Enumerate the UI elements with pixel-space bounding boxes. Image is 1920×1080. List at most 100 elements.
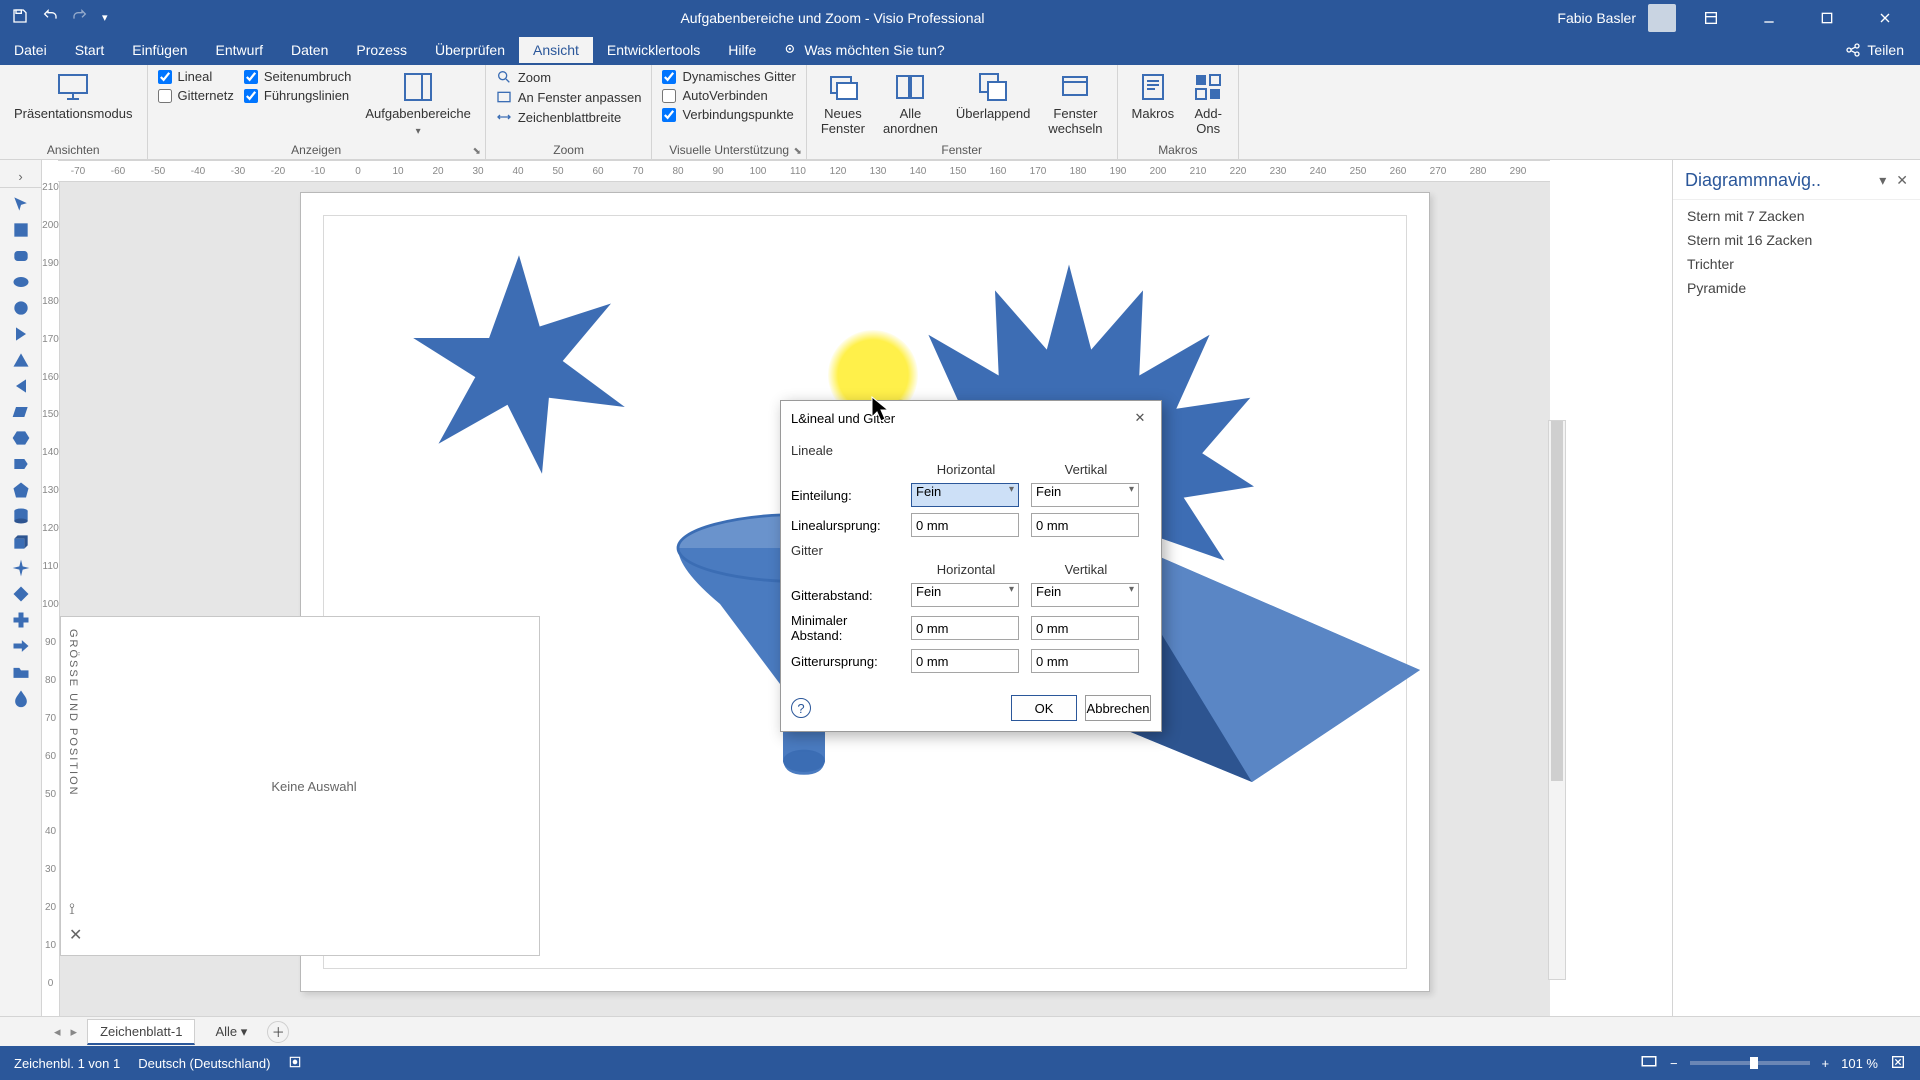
shape-arrow[interactable] xyxy=(10,636,32,656)
macros-button[interactable]: Makros xyxy=(1128,69,1179,124)
dialog-close-icon[interactable]: ✕ xyxy=(1129,407,1151,429)
shape-ellipse[interactable] xyxy=(10,272,32,292)
share-icon[interactable] xyxy=(1845,42,1861,58)
nav-item-funnel[interactable]: Trichter xyxy=(1687,256,1906,272)
shapes-expand-icon[interactable]: › xyxy=(0,166,41,188)
redo-icon[interactable] xyxy=(72,8,88,27)
ribbon-group-zoom: Zoom An Fenster anpassen Zeichenblattbre… xyxy=(486,65,653,159)
shape-pointer[interactable] xyxy=(10,194,32,214)
min-v-input[interactable] xyxy=(1031,616,1139,640)
check-dynamic-grid[interactable]: Dynamisches Gitter xyxy=(662,69,795,84)
tab-einfuegen[interactable]: Einfügen xyxy=(118,37,201,63)
tellme-search[interactable]: Was möchten Sie tun? xyxy=(770,37,958,63)
navpane-close-icon[interactable]: ✕ xyxy=(1896,172,1908,189)
shape-triangle-up[interactable] xyxy=(10,350,32,370)
tab-entwicklertools[interactable]: Entwicklertools xyxy=(593,37,714,63)
shape-star4[interactable] xyxy=(10,558,32,578)
shape-parallelogram[interactable] xyxy=(10,402,32,422)
shape-drop[interactable] xyxy=(10,688,32,708)
view-presentation-icon[interactable] xyxy=(1640,1053,1658,1074)
zoom-level[interactable]: 101 % xyxy=(1841,1056,1878,1071)
zoom-out-icon[interactable]: − xyxy=(1670,1056,1678,1071)
navpane-dropdown-icon[interactable]: ▾ xyxy=(1879,172,1886,189)
sheet-add-button[interactable]: ＋ xyxy=(267,1021,289,1043)
tab-datei[interactable]: Datei xyxy=(0,37,61,63)
tab-entwurf[interactable]: Entwurf xyxy=(202,37,277,63)
save-icon[interactable] xyxy=(12,8,28,27)
nav-item-star16[interactable]: Stern mit 16 Zacken xyxy=(1687,232,1906,248)
gitterabstand-h-select[interactable]: Fein▾ xyxy=(911,583,1019,607)
switch-window-button[interactable]: Fenster wechseln xyxy=(1044,69,1106,139)
shape-pentagon-right[interactable] xyxy=(10,454,32,474)
fit-page-icon[interactable] xyxy=(1890,1054,1906,1073)
ok-button[interactable]: OK xyxy=(1011,695,1077,721)
shape-diamond[interactable] xyxy=(10,584,32,604)
shape-cube[interactable] xyxy=(10,532,32,552)
cancel-button[interactable]: Abbrechen xyxy=(1085,695,1151,721)
ribbon-display-options-icon[interactable] xyxy=(1688,0,1734,35)
min-h-input[interactable] xyxy=(911,616,1019,640)
user-name[interactable]: Fabio Basler xyxy=(1557,10,1636,26)
shape-cylinder[interactable] xyxy=(10,506,32,526)
page-width-button[interactable]: Zeichenblattbreite xyxy=(496,109,642,125)
origin-h-input[interactable] xyxy=(911,649,1019,673)
einteilung-h-select[interactable]: Fein▾ xyxy=(911,483,1019,507)
panel-close-icon[interactable]: ✕ xyxy=(69,925,82,945)
zoom-in-icon[interactable]: + xyxy=(1822,1056,1830,1071)
sheet-tab-1[interactable]: Zeichenblatt-1 xyxy=(87,1019,195,1045)
size-position-title: GRÖSSE UND POSITION xyxy=(67,629,79,797)
shape-triangle-left[interactable] xyxy=(10,376,32,396)
tab-hilfe[interactable]: Hilfe xyxy=(714,37,770,63)
gitterabstand-v-select[interactable]: Fein▾ xyxy=(1031,583,1139,607)
user-avatar[interactable] xyxy=(1648,4,1676,32)
close-icon[interactable] xyxy=(1862,0,1908,35)
check-fuehrungslinien[interactable]: Führungslinien xyxy=(244,88,351,103)
undo-icon[interactable] xyxy=(42,8,58,27)
shape-folder[interactable] xyxy=(10,662,32,682)
share-button[interactable]: Teilen xyxy=(1867,42,1904,58)
shape-square[interactable] xyxy=(10,220,32,240)
lineal-h-input[interactable] xyxy=(911,513,1019,537)
macro-record-icon[interactable] xyxy=(288,1055,302,1072)
tab-prozess[interactable]: Prozess xyxy=(342,37,421,63)
origin-v-input[interactable] xyxy=(1031,649,1139,673)
sheet-all-button[interactable]: Alle ▾ xyxy=(205,1020,257,1044)
tab-ueberpruefen[interactable]: Überprüfen xyxy=(421,37,519,63)
taskpanes-button[interactable]: Aufgabenbereiche ▾ xyxy=(361,69,475,139)
maximize-icon[interactable] xyxy=(1804,0,1850,35)
check-lineal[interactable]: Lineal xyxy=(158,69,234,84)
einteilung-v-select[interactable]: Fein▾ xyxy=(1031,483,1139,507)
visual-dialog-launcher[interactable]: ⬊ xyxy=(793,146,801,157)
help-icon[interactable]: ? xyxy=(791,698,811,718)
shape-triangle-right[interactable] xyxy=(10,324,32,344)
tab-ansicht[interactable]: Ansicht xyxy=(519,37,593,63)
shape-pentagon[interactable] xyxy=(10,480,32,500)
fit-window-button[interactable]: An Fenster anpassen xyxy=(496,89,642,105)
check-seitenumbruch[interactable]: Seitenumbruch xyxy=(244,69,351,84)
nav-item-star7[interactable]: Stern mit 7 Zacken xyxy=(1687,208,1906,224)
check-gitternetz[interactable]: Gitternetz xyxy=(158,88,234,103)
zoom-slider[interactable] xyxy=(1690,1061,1810,1065)
addons-button[interactable]: Add- Ons xyxy=(1188,69,1228,139)
check-autoconnect[interactable]: AutoVerbinden xyxy=(662,88,795,103)
show-dialog-launcher[interactable]: ⬊ xyxy=(472,146,480,157)
shape-star-7[interactable] xyxy=(404,246,634,476)
presentation-mode-button[interactable]: Präsentationsmodus xyxy=(10,69,137,124)
shape-circle[interactable] xyxy=(10,298,32,318)
new-window-button[interactable]: Neues Fenster xyxy=(817,69,869,139)
check-connection-points[interactable]: Verbindungspunkte xyxy=(662,107,795,122)
shape-rounded[interactable] xyxy=(10,246,32,266)
tab-daten[interactable]: Daten xyxy=(277,37,342,63)
canvas-scrollbar-vertical[interactable] xyxy=(1548,420,1566,980)
arrange-all-button[interactable]: Alle anordnen xyxy=(879,69,942,139)
lineal-v-input[interactable] xyxy=(1031,513,1139,537)
zoom-button[interactable]: Zoom xyxy=(496,69,642,85)
status-language[interactable]: Deutsch (Deutschland) xyxy=(138,1056,270,1071)
shape-hexagon[interactable] xyxy=(10,428,32,448)
minimize-icon[interactable] xyxy=(1746,0,1792,35)
tab-start[interactable]: Start xyxy=(61,37,119,63)
cascade-button[interactable]: Überlappend xyxy=(952,69,1034,124)
nav-item-pyramid[interactable]: Pyramide xyxy=(1687,280,1906,296)
pin-icon[interactable]: ⟟ xyxy=(69,901,82,919)
shape-plus[interactable] xyxy=(10,610,32,630)
